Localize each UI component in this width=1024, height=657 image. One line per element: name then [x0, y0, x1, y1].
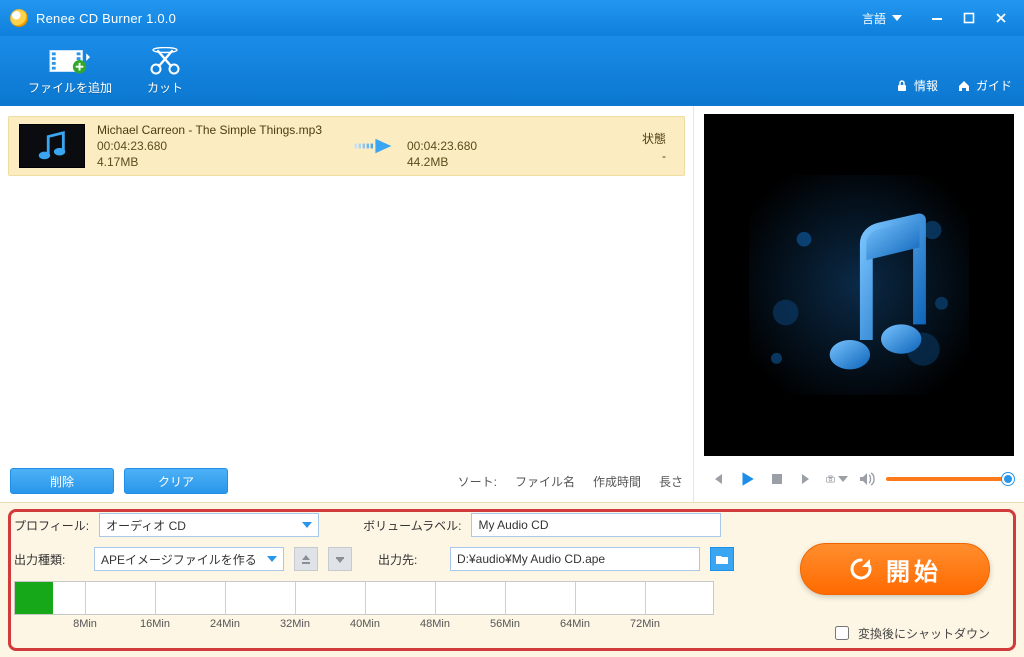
sort-label: ソート: [458, 473, 497, 490]
status-value: - [662, 149, 666, 163]
preview-canvas [704, 114, 1014, 456]
volume-icon[interactable] [856, 468, 878, 490]
delete-button[interactable]: 削除 [10, 468, 114, 494]
clear-button[interactable]: クリア [124, 468, 228, 494]
ruler-tick [435, 582, 436, 614]
chevron-down-icon [838, 476, 848, 482]
slider-knob-icon[interactable] [1002, 473, 1014, 485]
ruler-tick-label: 16Min [140, 618, 170, 630]
minimize-button[interactable] [924, 5, 950, 31]
maximize-button[interactable] [956, 5, 982, 31]
main-area: Michael Carreon - The Simple Things.mp3 … [0, 106, 1024, 502]
list-actions: 削除 クリア ソート: ファイル名 作成時間 長さ [0, 460, 693, 502]
chevron-down-icon [892, 15, 902, 21]
home-icon [956, 78, 972, 94]
app-logo-icon [10, 9, 28, 27]
shutdown-checkbox-input[interactable] [835, 626, 849, 640]
output-type-value: APEイメージファイルを作る [101, 551, 257, 568]
eject-button[interactable] [294, 547, 318, 571]
ruler-tick-label: 72Min [630, 618, 660, 630]
erase-button[interactable] [328, 547, 352, 571]
sort-by-length[interactable]: 長さ [659, 473, 683, 490]
preview-pane [694, 106, 1024, 502]
app-title: Renee CD Burner 1.0.0 [36, 11, 176, 26]
sort-by-ctime[interactable]: 作成時間 [593, 473, 641, 490]
volume-slider[interactable] [886, 477, 1012, 481]
profile-value: オーディオ CD [106, 517, 186, 534]
start-label: 開始 [886, 552, 942, 587]
scissors-icon [144, 47, 186, 75]
ruler-tick-label: 24Min [210, 618, 240, 630]
ruler-tick [505, 582, 506, 614]
shutdown-checkbox[interactable]: 変換後にシャットダウン [831, 623, 990, 643]
ruler-tick [295, 582, 296, 614]
chevron-down-icon [267, 556, 277, 562]
ruler-tick [645, 582, 646, 614]
start-button[interactable]: 開始 [800, 543, 990, 595]
ruler-tick [365, 582, 366, 614]
chevron-down-icon [302, 522, 312, 528]
dest-size: 44.2MB [407, 155, 547, 169]
status-header: 状態 [642, 130, 666, 147]
volume-label-label: ボリュームラベル: [363, 517, 461, 534]
ruler-tick-label: 64Min [560, 618, 590, 630]
info-link[interactable]: 情報 [894, 77, 938, 94]
language-dropdown[interactable]: 言語 [854, 6, 910, 31]
file-list-pane: Michael Carreon - The Simple Things.mp3 … [0, 106, 694, 502]
ruler-tick-label: 8Min [73, 618, 97, 630]
sort-bar: ソート: ファイル名 作成時間 長さ [458, 473, 683, 490]
close-button[interactable] [988, 5, 1014, 31]
profile-combo[interactable]: オーディオ CD [99, 513, 319, 537]
shutdown-label: 変換後にシャットダウン [858, 625, 990, 642]
output-path-input[interactable] [450, 547, 700, 571]
ruler-tick-label: 56Min [490, 618, 520, 630]
output-path-label: 出力先: [378, 551, 440, 568]
settings-panel: プロフィール: オーディオ CD ボリュームラベル: 出力種類: APEイメージ… [0, 502, 1024, 657]
guide-label: ガイド [976, 77, 1012, 94]
snapshot-button[interactable] [826, 468, 848, 490]
ruler-tick [575, 582, 576, 614]
duration-ruler: 8Min16Min24Min32Min40Min48Min56Min64Min7… [14, 581, 714, 615]
source-duration: 00:04:23.680 [97, 139, 347, 153]
ruler-tick [155, 582, 156, 614]
audio-thumbnail [19, 124, 85, 168]
dest-duration: 00:04:23.680 [407, 139, 547, 153]
source-size: 4.17MB [97, 155, 347, 169]
lock-icon [894, 78, 910, 94]
prev-button[interactable] [706, 468, 728, 490]
ruler-tick-label: 40Min [350, 618, 380, 630]
file-name: Michael Carreon - The Simple Things.mp3 [97, 123, 347, 137]
add-files-label: ファイルを追加 [28, 81, 112, 95]
output-type-combo[interactable]: APEイメージファイルを作る [94, 547, 284, 571]
language-label: 言語 [862, 10, 886, 27]
volume-label-input[interactable] [471, 513, 721, 537]
stop-button[interactable] [766, 468, 788, 490]
cut-label: カット [147, 81, 183, 95]
list-item[interactable]: Michael Carreon - The Simple Things.mp3 … [8, 116, 685, 176]
player-controls [704, 456, 1014, 496]
film-add-icon [49, 47, 91, 75]
output-type-label: 出力種類: [14, 551, 84, 568]
ruler-tick [225, 582, 226, 614]
ruler-tick-label: 32Min [280, 618, 310, 630]
cut-button[interactable]: カット [128, 43, 202, 100]
play-button[interactable] [736, 468, 758, 490]
info-label: 情報 [914, 77, 938, 94]
profile-label: プロフィール: [14, 517, 89, 534]
refresh-icon [848, 556, 874, 582]
browse-folder-button[interactable] [710, 547, 734, 571]
file-list: Michael Carreon - The Simple Things.mp3 … [0, 106, 693, 460]
next-button[interactable] [796, 468, 818, 490]
ruler-tick [85, 582, 86, 614]
add-files-button[interactable]: ファイルを追加 [12, 43, 128, 100]
sort-by-name[interactable]: ファイル名 [515, 473, 575, 490]
title-bar: Renee CD Burner 1.0.0 言語 [0, 0, 1024, 36]
guide-link[interactable]: ガイド [956, 77, 1012, 94]
main-toolbar: ファイルを追加 カット 情報 ガイド [0, 36, 1024, 106]
ruler-tick-label: 48Min [420, 618, 450, 630]
arrow-icon [347, 134, 407, 158]
